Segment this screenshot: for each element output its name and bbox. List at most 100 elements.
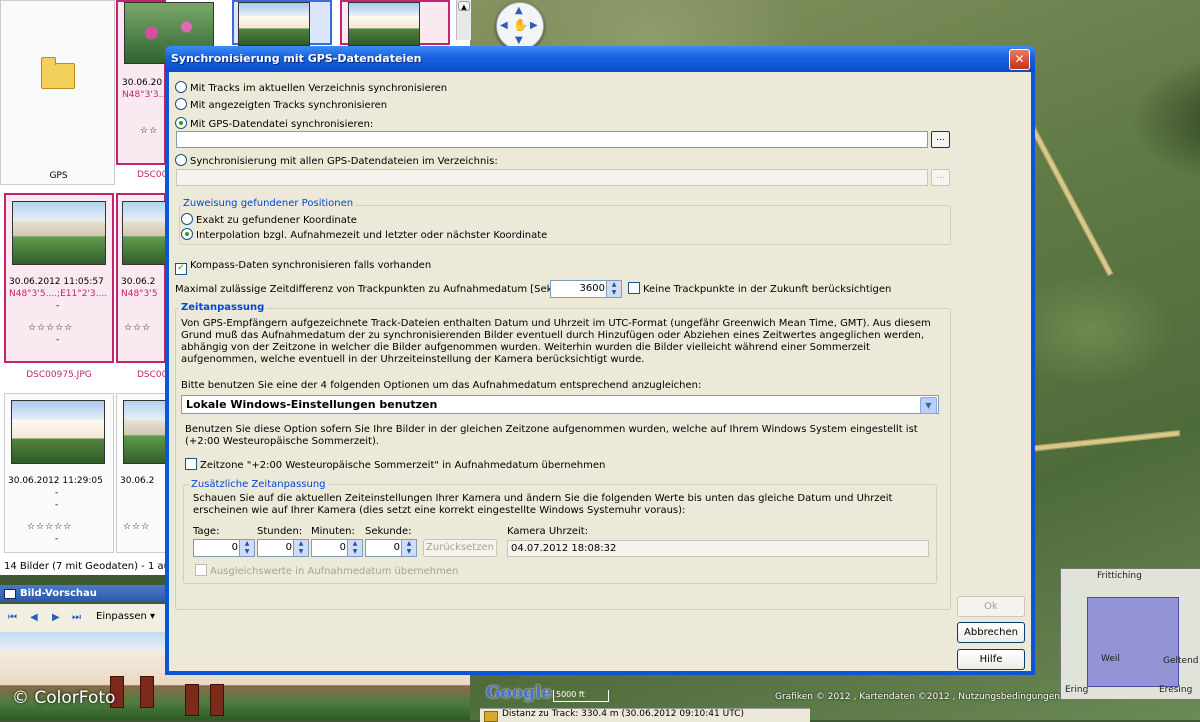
thumbnail-tile[interactable]: 30.06.2 ☆☆☆ bbox=[116, 393, 185, 553]
spinner-arrows-icon[interactable]: ▲ ▼ bbox=[239, 540, 254, 556]
thumbnail-tile[interactable]: 30.06.20 N48°3'3... ☆☆ bbox=[116, 0, 214, 165]
browse-dir-button[interactable]: ... bbox=[931, 169, 950, 186]
radio-selected-icon[interactable] bbox=[181, 228, 193, 240]
timeadj-legend: Zeitanpassung bbox=[179, 302, 267, 313]
pan-left-icon[interactable]: ◀ bbox=[500, 20, 508, 31]
timezone-option-dropdown[interactable]: Lokale Windows-Einstellungen benutzen ▼ bbox=[181, 395, 939, 414]
prev-image-icon[interactable]: ◀ bbox=[30, 612, 38, 623]
window-shutter bbox=[185, 684, 199, 716]
minutes-spinner[interactable]: 0 ▲ ▼ bbox=[311, 539, 363, 557]
reset-button[interactable]: Zurücksetzen bbox=[423, 539, 497, 557]
radio-icon[interactable] bbox=[175, 154, 187, 166]
hours-spinner[interactable]: 0 ▲ ▼ bbox=[257, 539, 309, 557]
gps-sync-dialog: Synchronisierung mit GPS-Datendateien ✕ … bbox=[165, 46, 1035, 675]
thumbnail-tile[interactable]: 30.06.2012 11:29:05 - - ☆☆☆☆☆ - bbox=[4, 393, 114, 553]
radio-selected-icon[interactable] bbox=[175, 117, 187, 129]
dash-text: - bbox=[55, 500, 59, 510]
radio-icon[interactable] bbox=[175, 98, 187, 110]
seconds-value: 0 bbox=[393, 542, 400, 553]
days-label: Tage: bbox=[193, 526, 220, 537]
rating-stars[interactable]: ☆☆ bbox=[140, 126, 158, 136]
overview-minimap[interactable]: Frittiching Weil Geltend Ering Eresing bbox=[1060, 568, 1200, 700]
option-label: Mit angezeigten Tracks synchronisieren bbox=[190, 100, 388, 111]
pan-down-icon[interactable]: ▼ bbox=[515, 35, 523, 46]
seconds-spinner[interactable]: 0 ▲ ▼ bbox=[365, 539, 417, 557]
minimap-viewport[interactable] bbox=[1087, 597, 1179, 687]
option-help-text: Benutzen Sie diese Option sofern Sie Ihr… bbox=[185, 424, 918, 447]
days-spinner[interactable]: 0 ▲ ▼ bbox=[193, 539, 255, 557]
browse-file-button[interactable]: ... bbox=[931, 131, 950, 148]
rating-stars[interactable]: ☆☆☆ bbox=[123, 522, 150, 532]
track-distance-text: Distanz zu Track: 330.4 m (30.06.2012 09… bbox=[502, 709, 744, 719]
folder-tile[interactable]: GPS bbox=[0, 0, 115, 185]
window-shutter bbox=[140, 676, 154, 708]
hours-label: Stunden: bbox=[257, 526, 303, 537]
spinner-arrows-icon[interactable]: ▲ ▼ bbox=[606, 281, 621, 297]
tile-date: 30.06.2012 11:05:57 bbox=[9, 277, 104, 287]
map-scale: 5000 ft bbox=[553, 690, 609, 702]
option-gps-file[interactable]: Mit GPS-Datendatei synchronisieren: bbox=[175, 117, 373, 130]
option-label: Mit GPS-Datendatei synchronisieren: bbox=[190, 119, 374, 130]
last-image-icon[interactable]: ⏭ bbox=[72, 612, 81, 623]
track-icon bbox=[484, 711, 498, 722]
next-image-icon[interactable]: ▶ bbox=[52, 612, 60, 623]
browser-scrollbar[interactable]: ▲ bbox=[456, 0, 471, 40]
ok-button[interactable]: Ok bbox=[957, 596, 1025, 617]
pan-right-icon[interactable]: ▶ bbox=[530, 20, 538, 31]
rating-stars[interactable]: ☆☆☆ bbox=[124, 323, 151, 333]
spinner-arrows-icon[interactable]: ▲ ▼ bbox=[293, 540, 308, 556]
option-exact[interactable]: Exakt zu gefundener Koordinate bbox=[181, 213, 357, 226]
thumbnail-tile[interactable]: 30.06.2 N48°3'5 ☆☆☆ bbox=[116, 193, 184, 363]
option-label: Interpolation bzgl. Aufnahmezeit und let… bbox=[196, 230, 548, 241]
google-logo: Google bbox=[486, 683, 553, 703]
rating-stars[interactable]: ☆☆☆☆☆ bbox=[27, 522, 72, 532]
folder-icon bbox=[41, 57, 75, 89]
radio-icon[interactable] bbox=[175, 81, 187, 93]
map-navigation-control[interactable]: ▲ ▼ ◀ ▶ ✋ bbox=[496, 2, 544, 50]
apply-offset-checkbox[interactable]: Ausgleichswerte in Aufnahmedatum überneh… bbox=[195, 564, 458, 577]
option-tracks-current-dir[interactable]: Mit Tracks im aktuellen Verzeichnis sync… bbox=[175, 81, 447, 94]
help-button[interactable]: Hilfe bbox=[957, 649, 1025, 670]
radio-icon[interactable] bbox=[181, 213, 193, 225]
checkbox-checked-icon[interactable]: ✓ bbox=[175, 263, 187, 275]
maxdiff-spinner[interactable]: 3600 ▲ ▼ bbox=[550, 280, 622, 298]
checkbox-label: Kompass-Daten synchronisieren falls vorh… bbox=[190, 260, 432, 271]
first-image-icon[interactable]: ⏮ bbox=[8, 612, 17, 623]
map-credit[interactable]: Grafiken © 2012 , Kartendaten ©2012 , Nu… bbox=[775, 692, 1060, 702]
cancel-button[interactable]: Abbrechen bbox=[957, 622, 1025, 643]
spinner-arrows-icon[interactable]: ▲ ▼ bbox=[347, 540, 362, 556]
gps-file-field[interactable] bbox=[176, 131, 928, 148]
thumbnail-image bbox=[348, 2, 420, 46]
future-checkbox[interactable]: Keine Trackpunkte in der Zukunft berücks… bbox=[628, 282, 891, 295]
checkbox-label: Keine Trackpunkte in der Zukunft berücks… bbox=[643, 284, 892, 295]
dialog-titlebar[interactable]: Synchronisierung mit GPS-Datendateien ✕ bbox=[165, 46, 1035, 72]
pan-up-icon[interactable]: ▲ bbox=[515, 5, 523, 16]
rating-stars[interactable]: ☆☆☆☆☆ bbox=[28, 323, 73, 333]
checkbox-icon[interactable] bbox=[195, 564, 207, 576]
timeadj-description: Von GPS-Empfängern aufgezeichnete Track-… bbox=[181, 318, 931, 365]
minimap-label: Eresing bbox=[1159, 685, 1193, 695]
hours-value: 0 bbox=[285, 542, 292, 553]
close-button[interactable]: ✕ bbox=[1009, 49, 1030, 70]
chevron-down-icon[interactable]: ▼ bbox=[920, 397, 937, 414]
thumbnail-tile[interactable] bbox=[232, 0, 332, 46]
scroll-up-icon[interactable]: ▲ bbox=[458, 1, 470, 11]
dash-text: - bbox=[56, 335, 60, 345]
timezone-checkbox[interactable]: Zeitzone "+2:00 Westeuropäische Sommerze… bbox=[185, 458, 605, 471]
option-all-files-dir[interactable]: Synchronisierung mit allen GPS-Datendate… bbox=[175, 154, 498, 167]
thumbnail-tile[interactable]: 30.06.2012 11:05:57 N48°3'5....;E11°2'3.… bbox=[4, 193, 114, 363]
preview-icon bbox=[4, 589, 16, 599]
compass-checkbox[interactable]: ✓ Kompass-Daten synchronisieren falls vor… bbox=[175, 260, 431, 275]
extra-adjust-legend: Zusätzliche Zeitanpassung bbox=[189, 479, 328, 490]
checkbox-icon[interactable] bbox=[628, 282, 640, 294]
thumbnail-tile[interactable] bbox=[340, 0, 450, 46]
option-shown-tracks[interactable]: Mit angezeigten Tracks synchronisieren bbox=[175, 98, 387, 111]
dash-text: - bbox=[55, 488, 59, 498]
spinner-arrows-icon[interactable]: ▲ ▼ bbox=[401, 540, 416, 556]
dash-text: - bbox=[56, 301, 60, 311]
checkbox-icon[interactable] bbox=[185, 458, 197, 470]
minimap-label: Geltend bbox=[1163, 656, 1199, 666]
fit-dropdown[interactable]: Einpassen ▾ bbox=[96, 611, 155, 622]
gps-dir-field[interactable] bbox=[176, 169, 928, 186]
option-interpolation[interactable]: Interpolation bzgl. Aufnahmezeit und let… bbox=[181, 228, 547, 241]
